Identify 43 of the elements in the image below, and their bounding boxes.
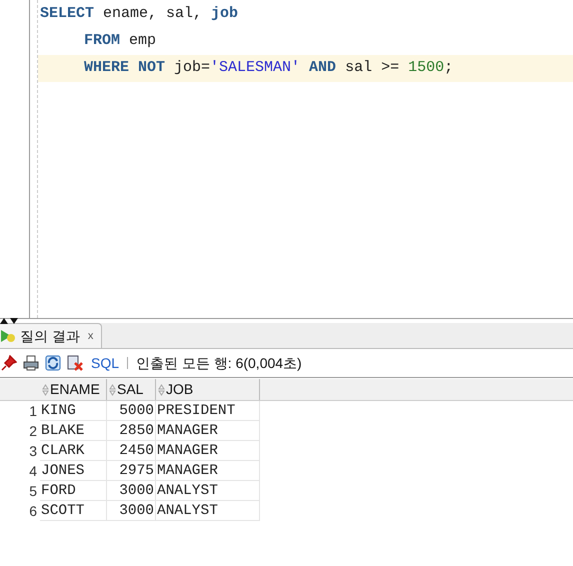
table-cell: KING bbox=[40, 401, 107, 421]
table-cell: MANAGER bbox=[156, 441, 260, 461]
play-icon bbox=[0, 329, 16, 343]
sql-link[interactable]: SQL bbox=[91, 352, 120, 374]
refresh-icon[interactable] bbox=[45, 355, 61, 371]
printer-icon[interactable] bbox=[23, 355, 39, 371]
sort-icon bbox=[158, 384, 165, 396]
table-cell: ANALYST bbox=[156, 481, 260, 501]
table-cell: PRESIDENT bbox=[156, 401, 260, 421]
tab-close-button[interactable]: x bbox=[88, 328, 94, 344]
row-number: 3 bbox=[28, 442, 38, 461]
pin-icon[interactable] bbox=[1, 355, 17, 371]
results-tab[interactable]: 질의 결과 x bbox=[0, 323, 102, 348]
table-cell: 3000 bbox=[107, 481, 156, 501]
table-cell: 5000 bbox=[107, 401, 156, 421]
sort-icon bbox=[42, 384, 49, 396]
row-number: 6 bbox=[28, 502, 38, 521]
row-number: 4 bbox=[28, 462, 38, 481]
table-cell: FORD bbox=[40, 481, 107, 501]
row-number: 1 bbox=[28, 402, 38, 421]
table-cell: 2975 bbox=[107, 461, 156, 481]
table-cell: CLARK bbox=[40, 441, 107, 461]
table-cell: MANAGER bbox=[156, 461, 260, 481]
table-cell: ANALYST bbox=[156, 501, 260, 521]
column-header[interactable]: ENAME bbox=[40, 379, 107, 400]
clear-icon[interactable] bbox=[67, 355, 83, 371]
status-text: 인출된 모든 행: 6(0,004초) bbox=[136, 354, 302, 373]
code-line: SELECT ename, sal, job bbox=[39, 4, 240, 24]
table-cell: MANAGER bbox=[156, 421, 260, 441]
table-cell: JONES bbox=[40, 461, 107, 481]
row-number: 2 bbox=[28, 422, 38, 441]
code-line: FROM emp bbox=[83, 31, 158, 52]
table-cell: 3000 bbox=[107, 501, 156, 521]
column-header[interactable]: SAL bbox=[107, 379, 156, 400]
splitter-arrows-icon[interactable] bbox=[0, 318, 20, 324]
row-number: 5 bbox=[28, 482, 38, 501]
table-cell: 2850 bbox=[107, 421, 156, 441]
table-cell: BLAKE bbox=[40, 421, 107, 441]
tab-label: 질의 결과 bbox=[20, 326, 80, 346]
sort-icon bbox=[109, 384, 116, 396]
table-cell: SCOTT bbox=[40, 501, 107, 521]
table-cell: 2450 bbox=[107, 441, 156, 461]
column-header[interactable]: JOB bbox=[156, 379, 260, 400]
